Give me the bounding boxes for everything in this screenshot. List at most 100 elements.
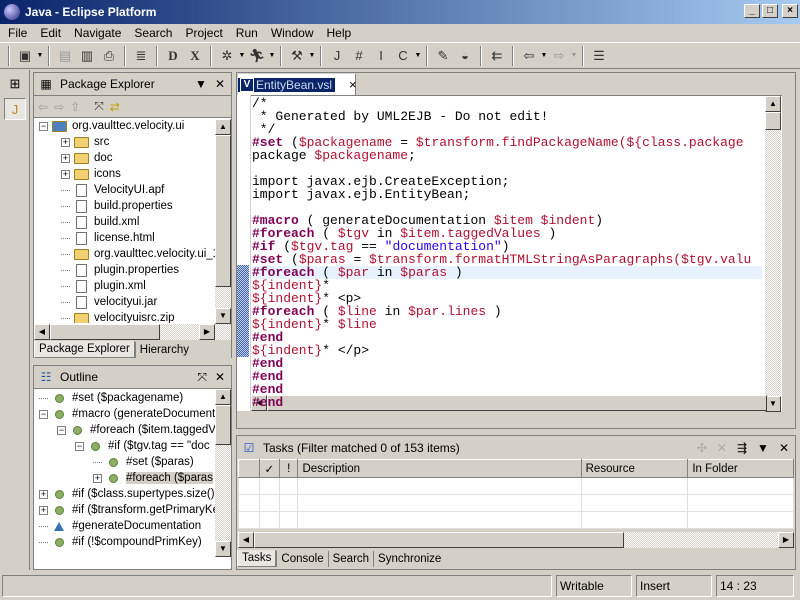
new-class-dropdown[interactable]: ▼ (414, 52, 422, 59)
open-type-icon[interactable]: ◒ (454, 46, 476, 66)
scroll-thumb[interactable] (50, 324, 160, 340)
expand-icon[interactable]: + (93, 474, 102, 483)
tab-tasks[interactable]: Tasks (237, 550, 276, 567)
tree-item[interactable]: build.properties (34, 198, 215, 214)
tree-item[interactable]: build.xml (34, 214, 215, 230)
scroll-thumb[interactable] (215, 135, 231, 287)
view-menu-icon[interactable]: ▼ (757, 441, 769, 455)
menu-window[interactable]: Window (266, 26, 319, 40)
column-header[interactable]: ! (280, 460, 298, 478)
tree-item[interactable]: +src (34, 134, 215, 150)
external-tools-icon[interactable]: ⚒ (286, 46, 308, 66)
tree-item[interactable]: −#macro (generateDocumentation (34, 406, 215, 422)
new-task-icon[interactable]: ✣ (697, 441, 707, 455)
tree-item[interactable]: −#foreach ($item.taggedV (34, 422, 215, 438)
last-edit-icon[interactable]: ⇇ (486, 46, 508, 66)
new-java-project-icon[interactable]: J (326, 46, 348, 66)
horizontal-scrollbar[interactable]: ◀ ▶ (34, 324, 231, 340)
close-view-icon[interactable]: ✕ (779, 441, 789, 455)
new-interface-icon[interactable]: I (370, 46, 392, 66)
scroll-thumb[interactable] (215, 405, 231, 445)
tab-console[interactable]: Console (276, 551, 327, 567)
open-perspective-icon[interactable]: ⊞ (4, 73, 26, 95)
scroll-thumb[interactable] (254, 532, 624, 548)
scroll-down-button[interactable]: ▼ (215, 308, 231, 324)
new-package-icon[interactable]: # (348, 46, 370, 66)
scroll-right-button[interactable]: ▶ (199, 324, 215, 340)
up-icon[interactable]: ⇧ (70, 100, 80, 114)
close-view-icon[interactable]: ✕ (215, 77, 225, 91)
filter-icon[interactable]: ⇶ (737, 441, 747, 455)
link-editor-icon[interactable]: ⇄ (110, 100, 120, 114)
collapse-icon[interactable]: − (75, 442, 84, 451)
tasks-horizontal-scrollbar[interactable]: ◀ ▶ (238, 532, 794, 548)
search-brush-icon[interactable]: ✎ (432, 46, 454, 66)
tree-item[interactable]: plugin.xml (34, 278, 215, 294)
minimize-button[interactable]: _ (744, 4, 760, 18)
forward-icon[interactable]: ⇨ (54, 100, 64, 114)
debug-dropdown[interactable]: ▼ (238, 52, 246, 59)
menu-file[interactable]: File (3, 26, 32, 40)
debug-icon[interactable]: ✲ (216, 46, 238, 66)
close-view-icon[interactable]: ✕ (215, 370, 225, 385)
collapse-icon[interactable]: − (57, 426, 66, 435)
tree-item[interactable]: license.html (34, 230, 215, 246)
menu-project[interactable]: Project (180, 26, 227, 40)
forward-dropdown[interactable]: ▼ (570, 52, 578, 59)
back-dropdown[interactable]: ▼ (540, 52, 548, 59)
scroll-left-button[interactable]: ◀ (34, 324, 50, 340)
tree-item[interactable]: −#if ($tgv.tag == "doc (34, 438, 215, 454)
save-icon[interactable]: ▤ (54, 46, 76, 66)
scroll-down-button[interactable]: ▼ (765, 396, 781, 412)
tab-package-explorer[interactable]: Package Explorer (34, 341, 135, 358)
column-header[interactable] (239, 460, 260, 478)
print-icon[interactable]: ⎙ (98, 46, 120, 66)
scroll-down-button[interactable]: ▼ (215, 541, 231, 557)
vertical-scrollbar[interactable]: ▲ ▼ (215, 119, 231, 324)
tree-item[interactable]: +icons (34, 166, 215, 182)
vertical-scrollbar[interactable]: ▲ ▼ (215, 389, 231, 557)
collapse-all-icon[interactable]: ⤧ (94, 99, 104, 114)
collapse-icon[interactable]: ⤧ (197, 370, 207, 385)
menu-search[interactable]: Search (129, 26, 177, 40)
close-button[interactable]: × (782, 4, 798, 18)
tree-item[interactable]: velocityui.jar (34, 294, 215, 310)
tree-item[interactable]: #set ($packagename) (34, 390, 215, 406)
scroll-up-button[interactable]: ▲ (215, 119, 231, 135)
run-icon[interactable]: 🏃︎ (246, 46, 268, 66)
tree-item[interactable]: #if (!$compoundPrimKey) (34, 534, 215, 550)
expand-icon[interactable]: + (39, 506, 48, 515)
menu-edit[interactable]: Edit (35, 26, 66, 40)
java-perspective-icon[interactable]: J (4, 98, 26, 120)
tree-item[interactable]: +#foreach ($paras (34, 470, 215, 486)
back-icon[interactable]: ⇦ (38, 100, 48, 114)
tree-item[interactable]: +#if ($class.supertypes.size() (34, 486, 215, 502)
scroll-right-button[interactable]: ▶ (778, 532, 794, 548)
close-tab-icon[interactable]: × (349, 77, 357, 92)
xml-icon[interactable]: X (184, 46, 206, 66)
expand-icon[interactable]: + (61, 170, 70, 179)
tree-item[interactable]: velocityuisrc.zip (34, 310, 215, 323)
expand-icon[interactable]: + (39, 490, 48, 499)
dtd-icon[interactable]: D (162, 46, 184, 66)
forward-icon[interactable]: ⇨ (548, 46, 570, 66)
run-dropdown[interactable]: ▼ (268, 52, 276, 59)
maximize-button[interactable]: □ (762, 4, 778, 18)
collapse-icon[interactable]: − (39, 122, 48, 131)
menu-navigate[interactable]: Navigate (69, 26, 126, 40)
new-icon[interactable]: ▣ (14, 46, 36, 66)
scroll-up-button[interactable]: ▲ (215, 389, 231, 405)
column-header[interactable]: Description (298, 460, 581, 478)
collapse-icon[interactable]: − (39, 410, 48, 419)
editor-vertical-scrollbar[interactable]: ▲ ▼ (765, 96, 781, 412)
tree-item[interactable]: plugin.properties (34, 262, 215, 278)
new-class-icon[interactable]: C (392, 46, 414, 66)
tab-synchronize[interactable]: Synchronize (373, 551, 445, 567)
tab-search[interactable]: Search (328, 551, 373, 567)
tree-item[interactable]: −org.vaulttec.velocity.ui (34, 118, 215, 134)
build-icon[interactable]: ≣ (130, 46, 152, 66)
tree-item[interactable]: +doc (34, 150, 215, 166)
tree-item[interactable]: org.vaulttec.velocity.ui_1 (34, 246, 215, 262)
delete-task-icon[interactable]: ✕ (717, 441, 727, 455)
scroll-thumb[interactable] (765, 112, 781, 130)
